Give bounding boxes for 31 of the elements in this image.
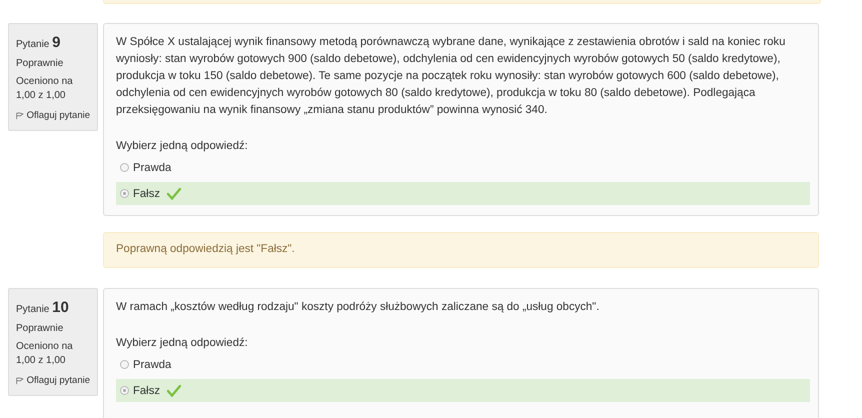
question-status: Poprawnie (16, 57, 64, 71)
radio-button[interactable] (120, 189, 129, 198)
answer-label: Fałsz (133, 188, 160, 200)
flag-icon[interactable] (16, 376, 24, 386)
radio-button[interactable] (120, 386, 129, 395)
radio-button[interactable] (120, 163, 129, 172)
feedback-text: Poprawną odpowiedzią jest "Fałsz". (116, 243, 295, 255)
answer-label: Prawda (133, 162, 172, 174)
question-grade: Oceniono na 1,00 z 1,00 (16, 75, 74, 103)
flag-question-link[interactable]: Oflaguj pytanie (26, 374, 90, 388)
question-text: W Spółce X ustalającej wynik finansowy metodą porównawczą wybrane dane, wynikające z zestawienia obrotów i sald na koniec roku wyniosły: stan wyrobów gotowych 900 (saldo debetowe), odchylenia od cen ewidencyjnych wyrobów gotowych 50 (saldo kredytowe), produkcja w toku 150 (saldo debetowe). Te same pozycje na początek roku wynosiły: stan wyrobów gotowych 600 (saldo debetowe), odchylenia od cen ewidencyjnych wyrobów gotowych 80 (saldo kredytowe), produkcja w toku 80 (saldo debetowe). Podlegająca przeksięgowaniu na wynik finansowy „zmiana stanu produktów” powinna wynosić 340. (116, 35, 786, 118)
answer-label: Prawda (133, 358, 172, 370)
radio-button[interactable] (120, 360, 129, 369)
question-number: 9 (52, 34, 60, 51)
answer-prompt: Wybierz jedną odpowiedź: (116, 337, 249, 349)
answer-option[interactable]: Prawda (116, 353, 810, 376)
question-status: Poprawnie (16, 322, 64, 336)
question-text: W ramach „kosztów według rodzaju" koszty podróży służbowych zaliczane są do „usług obcych". (116, 300, 600, 315)
question-label: Pytanie (16, 304, 50, 315)
answer-prompt: Wybierz jedną odpowiedź: (116, 140, 249, 152)
checkmark-icon (167, 188, 181, 200)
correct-answer-row[interactable]: Fałsz (116, 182, 810, 205)
answer-label: Fałsz (133, 384, 160, 396)
correct-answer-row[interactable]: Fałsz (116, 379, 810, 402)
answer-option[interactable]: Prawda (116, 156, 810, 179)
question-grade: Oceniono na 1,00 z 1,00 (16, 340, 74, 368)
checkmark-icon (167, 384, 181, 396)
flag-icon[interactable] (16, 110, 24, 121)
flag-question-link[interactable]: Oflaguj pytanie (26, 109, 90, 122)
question-number: 10 (52, 299, 69, 316)
question-label: Pytanie (16, 39, 50, 50)
